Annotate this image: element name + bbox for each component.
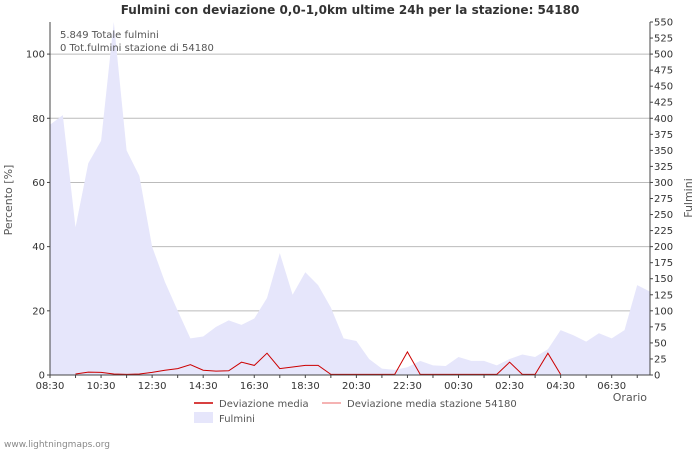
footer-source: www.lightningmaps.org <box>4 440 110 450</box>
x-tick-label-10: 04:30 <box>546 381 575 392</box>
right-tick-label-12: 300 <box>654 178 673 189</box>
annotation-station-strikes: 0 Tot.fulmini stazione di 54180 <box>60 43 214 54</box>
right-tick-label-6: 150 <box>654 274 673 285</box>
y-axis-label-left: Percento [%] <box>2 165 15 236</box>
legend: Deviazione media Deviazione media stazio… <box>194 399 517 425</box>
right-tick-label-5: 125 <box>654 290 673 301</box>
x-tick-label-2: 12:30 <box>138 381 167 392</box>
right-tick-label-0: 0 <box>654 371 660 382</box>
fulmini-area-layer <box>50 22 650 375</box>
left-tick-label-0: 0 <box>39 371 45 382</box>
right-tick-label-14: 350 <box>654 146 673 157</box>
legend-label-deviazione-media: Deviazione media <box>219 399 309 410</box>
x-tick-label-7: 22:30 <box>393 381 422 392</box>
right-tick-label-21: 525 <box>654 34 673 45</box>
x-tick-label-8: 00:30 <box>444 381 473 392</box>
right-tick-label-2: 50 <box>654 338 667 349</box>
left-tick-label-3: 60 <box>32 178 45 189</box>
right-tick-label-7: 175 <box>654 258 673 269</box>
x-tick-label-4: 16:30 <box>240 381 269 392</box>
annotation-total-strikes: 5.849 Totale fulmini <box>60 30 159 41</box>
legend-label-fulmini: Fulmini <box>219 414 255 425</box>
right-tick-label-4: 100 <box>654 306 673 317</box>
left-tick-label-1: 20 <box>32 306 45 317</box>
right-tick-label-1: 25 <box>654 354 667 365</box>
right-tick-label-15: 375 <box>654 130 673 141</box>
x-tick-label-0: 08:30 <box>36 381 65 392</box>
right-tick-label-9: 225 <box>654 226 673 237</box>
y-axis-label-right: Fulmini <box>682 178 695 218</box>
legend-label-deviazione-stazione: Deviazione media stazione 54180 <box>347 399 517 410</box>
x-axis-label: Orario <box>613 391 648 404</box>
right-tick-label-20: 500 <box>654 50 673 61</box>
x-tick-label-5: 18:30 <box>291 381 320 392</box>
left-axis-ticks: 0 20 40 60 80 100 <box>26 50 50 382</box>
chart: Fulmini con deviazione 0,0-1,0km ultime … <box>2 3 695 450</box>
right-tick-label-19: 475 <box>654 66 673 77</box>
right-tick-label-16: 400 <box>654 114 673 125</box>
right-tick-label-11: 275 <box>654 194 673 205</box>
x-axis-ticks: 08:30 10:30 12:30 14:30 16:30 18:30 20:30 22:30… <box>36 375 638 392</box>
right-tick-label-8: 200 <box>654 242 673 253</box>
left-tick-label-5: 100 <box>26 50 45 61</box>
x-tick-label-9: 02:30 <box>495 381 524 392</box>
right-tick-label-17: 425 <box>654 98 673 109</box>
chart-title: Fulmini con deviazione 0,0-1,0km ultime … <box>121 3 580 17</box>
right-tick-label-22: 550 <box>654 18 673 29</box>
x-tick-label-3: 14:30 <box>189 381 218 392</box>
right-tick-label-10: 250 <box>654 210 673 221</box>
left-tick-label-2: 40 <box>32 242 45 253</box>
x-tick-label-1: 10:30 <box>87 381 116 392</box>
x-tick-label-6: 20:30 <box>342 381 371 392</box>
right-axis-ticks: 0 25 50 75 100 125 150 175 200 225 250 275 300 325 350… <box>650 18 673 382</box>
right-tick-label-13: 325 <box>654 162 673 173</box>
left-tick-label-4: 80 <box>32 114 45 125</box>
right-tick-label-3: 75 <box>654 322 667 333</box>
right-tick-label-18: 450 <box>654 82 673 93</box>
fulmini-area <box>50 22 650 375</box>
legend-swatch-fulmini <box>194 412 213 423</box>
